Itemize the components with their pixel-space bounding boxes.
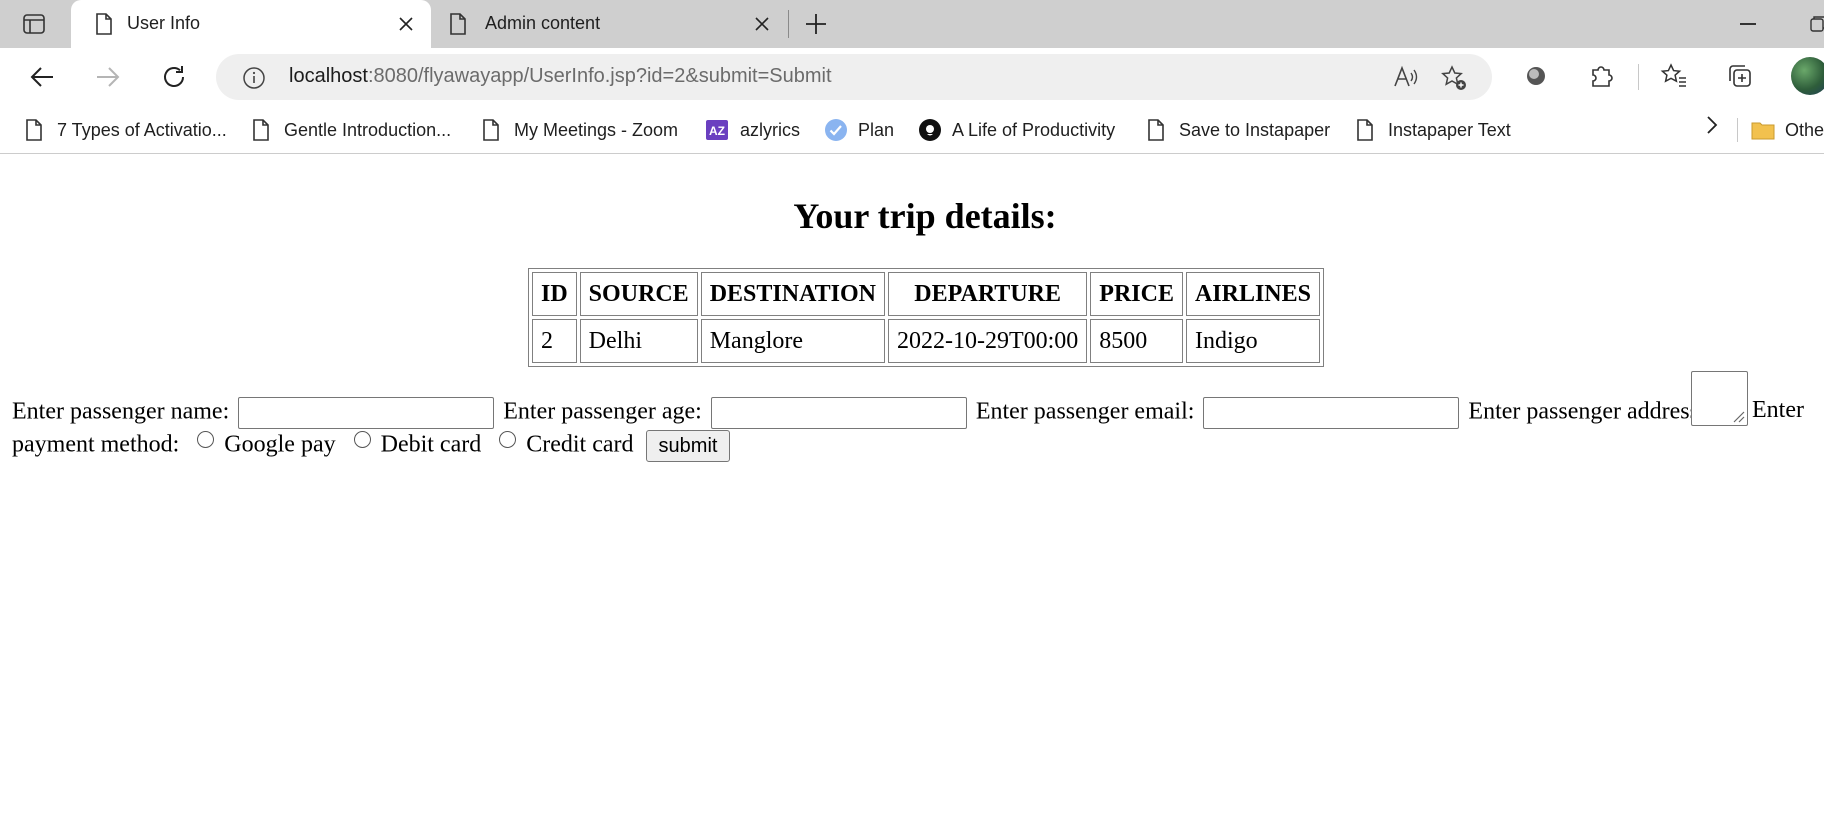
passenger-email-input[interactable] — [1203, 397, 1460, 429]
forward-arrow-icon[interactable] — [94, 63, 122, 91]
site-info-icon[interactable] — [242, 66, 266, 90]
submit-button[interactable]: submit — [645, 430, 731, 462]
radio-google-pay[interactable] — [197, 430, 215, 448]
name-label: Enter passenger name: — [12, 398, 230, 425]
radio-label: Google pay — [224, 431, 336, 458]
table-cell: Delhi — [579, 319, 698, 363]
payment-label-line1: Enter — [1752, 397, 1804, 423]
column-header: SOURCE — [579, 272, 698, 316]
azlyrics-icon: AZ — [706, 118, 728, 142]
tab-title: User Info — [127, 13, 201, 33]
new-tab-icon[interactable] — [803, 11, 829, 37]
navigation-bar: localhost:8080/flyawayapp/UserInfo.jsp?i… — [0, 48, 1824, 106]
bookmark-label: Instapaper Text — [1388, 120, 1511, 140]
toolbar-separator — [1638, 64, 1639, 90]
radio-credit-card[interactable] — [499, 430, 517, 448]
tab-title: Admin content — [485, 13, 601, 33]
bookmark-label: Save to Instapaper — [1179, 120, 1331, 140]
bookmark-label: Gentle Introduction... — [284, 120, 452, 140]
column-header: DESTINATION — [700, 272, 885, 316]
restore-window-icon[interactable] — [1810, 16, 1824, 32]
folder-icon — [1751, 118, 1775, 142]
page-icon — [1145, 118, 1167, 142]
extension-circle-icon[interactable] — [1521, 61, 1551, 91]
bookmark-label: My Meetings - Zoom — [514, 120, 679, 140]
table-cell: 2 — [532, 319, 577, 363]
add-favorite-icon[interactable] — [1440, 64, 1468, 92]
passenger-form-line-2: payment method: Google pay Debit card Cr… — [12, 430, 731, 462]
minimize-window-button[interactable] — [1740, 23, 1756, 25]
read-aloud-icon[interactable] — [1392, 65, 1420, 89]
column-header: ID — [532, 272, 577, 316]
bookmark-label: Othe — [1785, 120, 1824, 140]
tab-divider — [788, 10, 789, 38]
refresh-icon[interactable] — [160, 63, 188, 91]
favorites-icon[interactable] — [1659, 61, 1689, 91]
page-icon — [250, 118, 272, 142]
back-arrow-icon[interactable] — [28, 63, 56, 91]
check-circle-icon — [824, 118, 847, 142]
page-icon — [93, 12, 115, 36]
url-path: :8080/flyawayapp/UserInfo.jsp?id=2&submi… — [367, 65, 832, 87]
bookmark-label: azlyrics — [740, 120, 801, 140]
productivity-icon — [918, 118, 941, 142]
table-cell: Manglore — [700, 319, 885, 363]
table-cell: 8500 — [1090, 319, 1183, 363]
bookmark-label: 7 Types of Activatio... — [57, 120, 227, 140]
passenger-form-line-1: Enter passenger name: Enter passenger ag… — [12, 397, 1706, 429]
bookmark-label: Plan — [858, 120, 895, 140]
close-icon[interactable] — [397, 15, 415, 33]
url-text[interactable]: localhost:8080/flyawayapp/UserInfo.jsp?i… — [289, 65, 832, 88]
column-header: DEPARTURE — [887, 272, 1088, 316]
radio-label: Debit card — [380, 431, 482, 458]
address-bar[interactable]: localhost:8080/flyawayapp/UserInfo.jsp?i… — [216, 54, 1492, 100]
bookmark-label: A Life of Productivity — [952, 120, 1116, 140]
table-row: 2 Delhi Manglore 2022-10-29T00:00 8500 I… — [532, 319, 1320, 363]
table-header-row: ID SOURCE DESTINATION DEPARTURE PRICE AI… — [532, 272, 1320, 316]
payment-method-label: payment method: — [12, 431, 180, 458]
radio-label: Credit card — [526, 431, 634, 458]
passenger-name-input[interactable] — [238, 397, 495, 429]
profile-avatar[interactable] — [1791, 57, 1824, 95]
column-header: AIRLINES — [1185, 272, 1320, 316]
svg-text:AZ: AZ — [709, 124, 725, 138]
extensions-puzzle-icon[interactable] — [1587, 61, 1617, 91]
url-host: localhost — [289, 65, 368, 87]
bookmarks-bar: 7 Types of Activatio... Gentle Introduct… — [0, 106, 1824, 154]
passenger-age-input[interactable] — [710, 397, 967, 429]
trip-details-table: ID SOURCE DESTINATION DEPARTURE PRICE AI… — [528, 268, 1324, 367]
page-title: Your trip details: — [793, 196, 1057, 236]
chevron-right-icon[interactable] — [1700, 114, 1722, 136]
page-icon — [447, 12, 469, 36]
page-icon — [1354, 118, 1376, 142]
address-label: Enter passenger address: — [1468, 398, 1706, 425]
passenger-address-textarea[interactable] — [1691, 371, 1748, 426]
collections-icon[interactable] — [1725, 61, 1755, 91]
close-icon[interactable] — [753, 15, 771, 33]
age-label: Enter passenger age: — [503, 398, 702, 425]
page-content: Your trip details: ID SOURCE DESTINATION… — [0, 155, 1824, 821]
tab-actions-icon[interactable] — [22, 12, 46, 36]
tab-admin-content[interactable]: Admin content — [433, 0, 787, 48]
column-header: PRICE — [1090, 272, 1183, 316]
bookmarks-separator — [1737, 118, 1738, 142]
radio-debit-card[interactable] — [353, 430, 371, 448]
tab-strip: User Info Admin content — [0, 0, 1824, 48]
email-label: Enter passenger email: — [975, 398, 1195, 425]
resize-grip-icon — [1733, 411, 1745, 423]
tab-user-info[interactable]: User Info — [71, 0, 431, 48]
table-cell: Indigo — [1185, 319, 1320, 363]
page-icon — [480, 118, 502, 142]
page-icon — [23, 118, 45, 142]
table-cell: 2022-10-29T00:00 — [887, 319, 1088, 363]
